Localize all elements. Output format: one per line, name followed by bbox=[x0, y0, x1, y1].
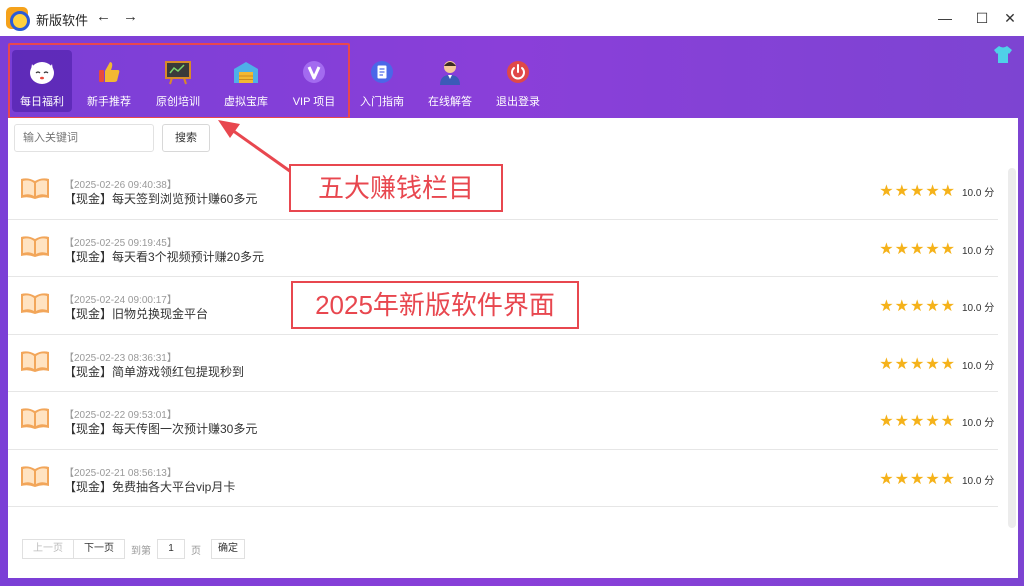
list-scrollbar[interactable] bbox=[1008, 168, 1016, 528]
power-icon bbox=[503, 57, 533, 87]
annotation-arrow-icon bbox=[218, 120, 295, 176]
item-title[interactable]: 【现金】免费抽各大平台vip月卡 bbox=[64, 478, 235, 495]
item-date: 【2025-02-25 09:19:45】 bbox=[64, 237, 177, 249]
rating-score: 10.0 分 bbox=[962, 303, 995, 314]
item-date: 【2025-02-24 09:00:17】 bbox=[64, 295, 177, 306]
content-panel: 搜索 【2025-02-26 09:40:38】 【现金】每天签到浏览预计赚60… bbox=[8, 118, 1018, 578]
rating-score: 10.0 分 bbox=[962, 360, 995, 372]
list-item[interactable]: 【2025-02-25 09:19:45】 【现金】每天看3个视频预计赚20多元… bbox=[8, 220, 998, 277]
book-icon bbox=[21, 408, 49, 429]
toolbar-highlight-box bbox=[8, 43, 350, 119]
list-item[interactable]: 【2025-02-23 08:36:31】 【现金】简单游戏领红包提现秒到 ★★… bbox=[8, 335, 998, 392]
tool-online-help[interactable]: 在线解答 bbox=[420, 50, 480, 109]
book-icon bbox=[21, 465, 49, 487]
rating-stars: ★★★★★ bbox=[879, 183, 956, 200]
minimize-icon[interactable]: — bbox=[934, 7, 956, 29]
goto-label: 到第 bbox=[131, 545, 151, 557]
forward-arrow-icon[interactable]: → bbox=[123, 8, 138, 25]
page-number-input[interactable]: 1 bbox=[157, 539, 185, 559]
tool-label: 在线解答 bbox=[428, 96, 472, 108]
item-title[interactable]: 【现金】每天看3个视频预计赚20多元 bbox=[64, 248, 264, 265]
document-icon bbox=[367, 57, 397, 87]
back-arrow-icon[interactable]: ← bbox=[96, 8, 111, 25]
list-item[interactable]: 【2025-02-26 09:40:38】 【现金】每天签到浏览预计赚60多元 … bbox=[8, 162, 998, 220]
annotation-five-columns: 五大赚钱栏目 bbox=[289, 164, 503, 212]
book-icon bbox=[21, 293, 49, 314]
book-icon bbox=[21, 235, 49, 257]
title-bar: 新版软件 ← → — ☐ ✕ bbox=[0, 0, 1024, 36]
rating-score: 10.0 分 bbox=[962, 188, 995, 199]
annotation-new-interface: 2025年新版软件界面 bbox=[291, 281, 579, 329]
list-item[interactable]: 【2025-02-22 09:53:01】 【现金】每天传图一次预计赚30多元 … bbox=[8, 392, 998, 450]
item-date: 【2025-02-21 08:56:13】 bbox=[64, 467, 177, 479]
pagination: 上一页 下一页 到第 1 页 确定 bbox=[22, 538, 245, 560]
book-icon bbox=[21, 178, 49, 199]
item-date: 【2025-02-26 09:40:38】 bbox=[64, 180, 177, 191]
tool-label: 退出登录 bbox=[496, 96, 540, 108]
item-title[interactable]: 【现金】旧物兑换现金平台 bbox=[64, 305, 208, 322]
skin-shirt-icon[interactable] bbox=[992, 44, 1014, 69]
search-input[interactable] bbox=[14, 124, 154, 152]
tool-getting-started[interactable]: 入门指南 bbox=[352, 50, 412, 109]
item-date: 【2025-02-22 09:53:01】 bbox=[64, 410, 177, 421]
close-icon[interactable]: ✕ bbox=[999, 7, 1021, 29]
book-icon bbox=[21, 350, 49, 372]
list-item[interactable]: 【2025-02-21 08:56:13】 【现金】免费抽各大平台vip月卡 ★… bbox=[8, 450, 998, 507]
window-title: 新版软件 bbox=[36, 13, 89, 28]
next-page-button[interactable]: 下一页 bbox=[74, 539, 125, 559]
item-title[interactable]: 【现金】每天签到浏览预计赚60多元 bbox=[64, 190, 257, 207]
article-list: 【2025-02-26 09:40:38】 【现金】每天签到浏览预计赚60多元 … bbox=[8, 162, 998, 507]
item-title[interactable]: 【现金】简单游戏领红包提现秒到 bbox=[64, 363, 244, 380]
top-toolbar: 每日福利 新手推荐 原创培训 虚拟宝库 VIP 项目 入门指南 在线解答 退出登… bbox=[0, 36, 1024, 119]
rating-score: 10.0 分 bbox=[962, 245, 995, 257]
item-date: 【2025-02-23 08:36:31】 bbox=[64, 352, 177, 364]
rating-stars: ★★★★★ bbox=[879, 298, 956, 315]
rating-stars: ★★★★★ bbox=[879, 413, 956, 430]
item-title[interactable]: 【现金】每天传图一次预计赚30多元 bbox=[64, 420, 257, 437]
rating-stars: ★★★★★ bbox=[879, 240, 956, 258]
support-agent-icon bbox=[435, 57, 465, 87]
maximize-icon[interactable]: ☐ bbox=[971, 7, 993, 29]
app-logo-icon bbox=[6, 7, 30, 31]
search-button[interactable]: 搜索 bbox=[162, 124, 210, 152]
rating-stars: ★★★★★ bbox=[879, 355, 956, 373]
page-unit-label: 页 bbox=[191, 545, 201, 557]
confirm-page-button[interactable]: 确定 bbox=[211, 539, 245, 559]
rating-score: 10.0 分 bbox=[962, 475, 995, 487]
tool-logout[interactable]: 退出登录 bbox=[488, 50, 548, 109]
rating-stars: ★★★★★ bbox=[879, 470, 956, 488]
tool-label: 入门指南 bbox=[360, 96, 404, 108]
prev-page-button[interactable]: 上一页 bbox=[22, 539, 74, 559]
rating-score: 10.0 分 bbox=[962, 418, 995, 429]
